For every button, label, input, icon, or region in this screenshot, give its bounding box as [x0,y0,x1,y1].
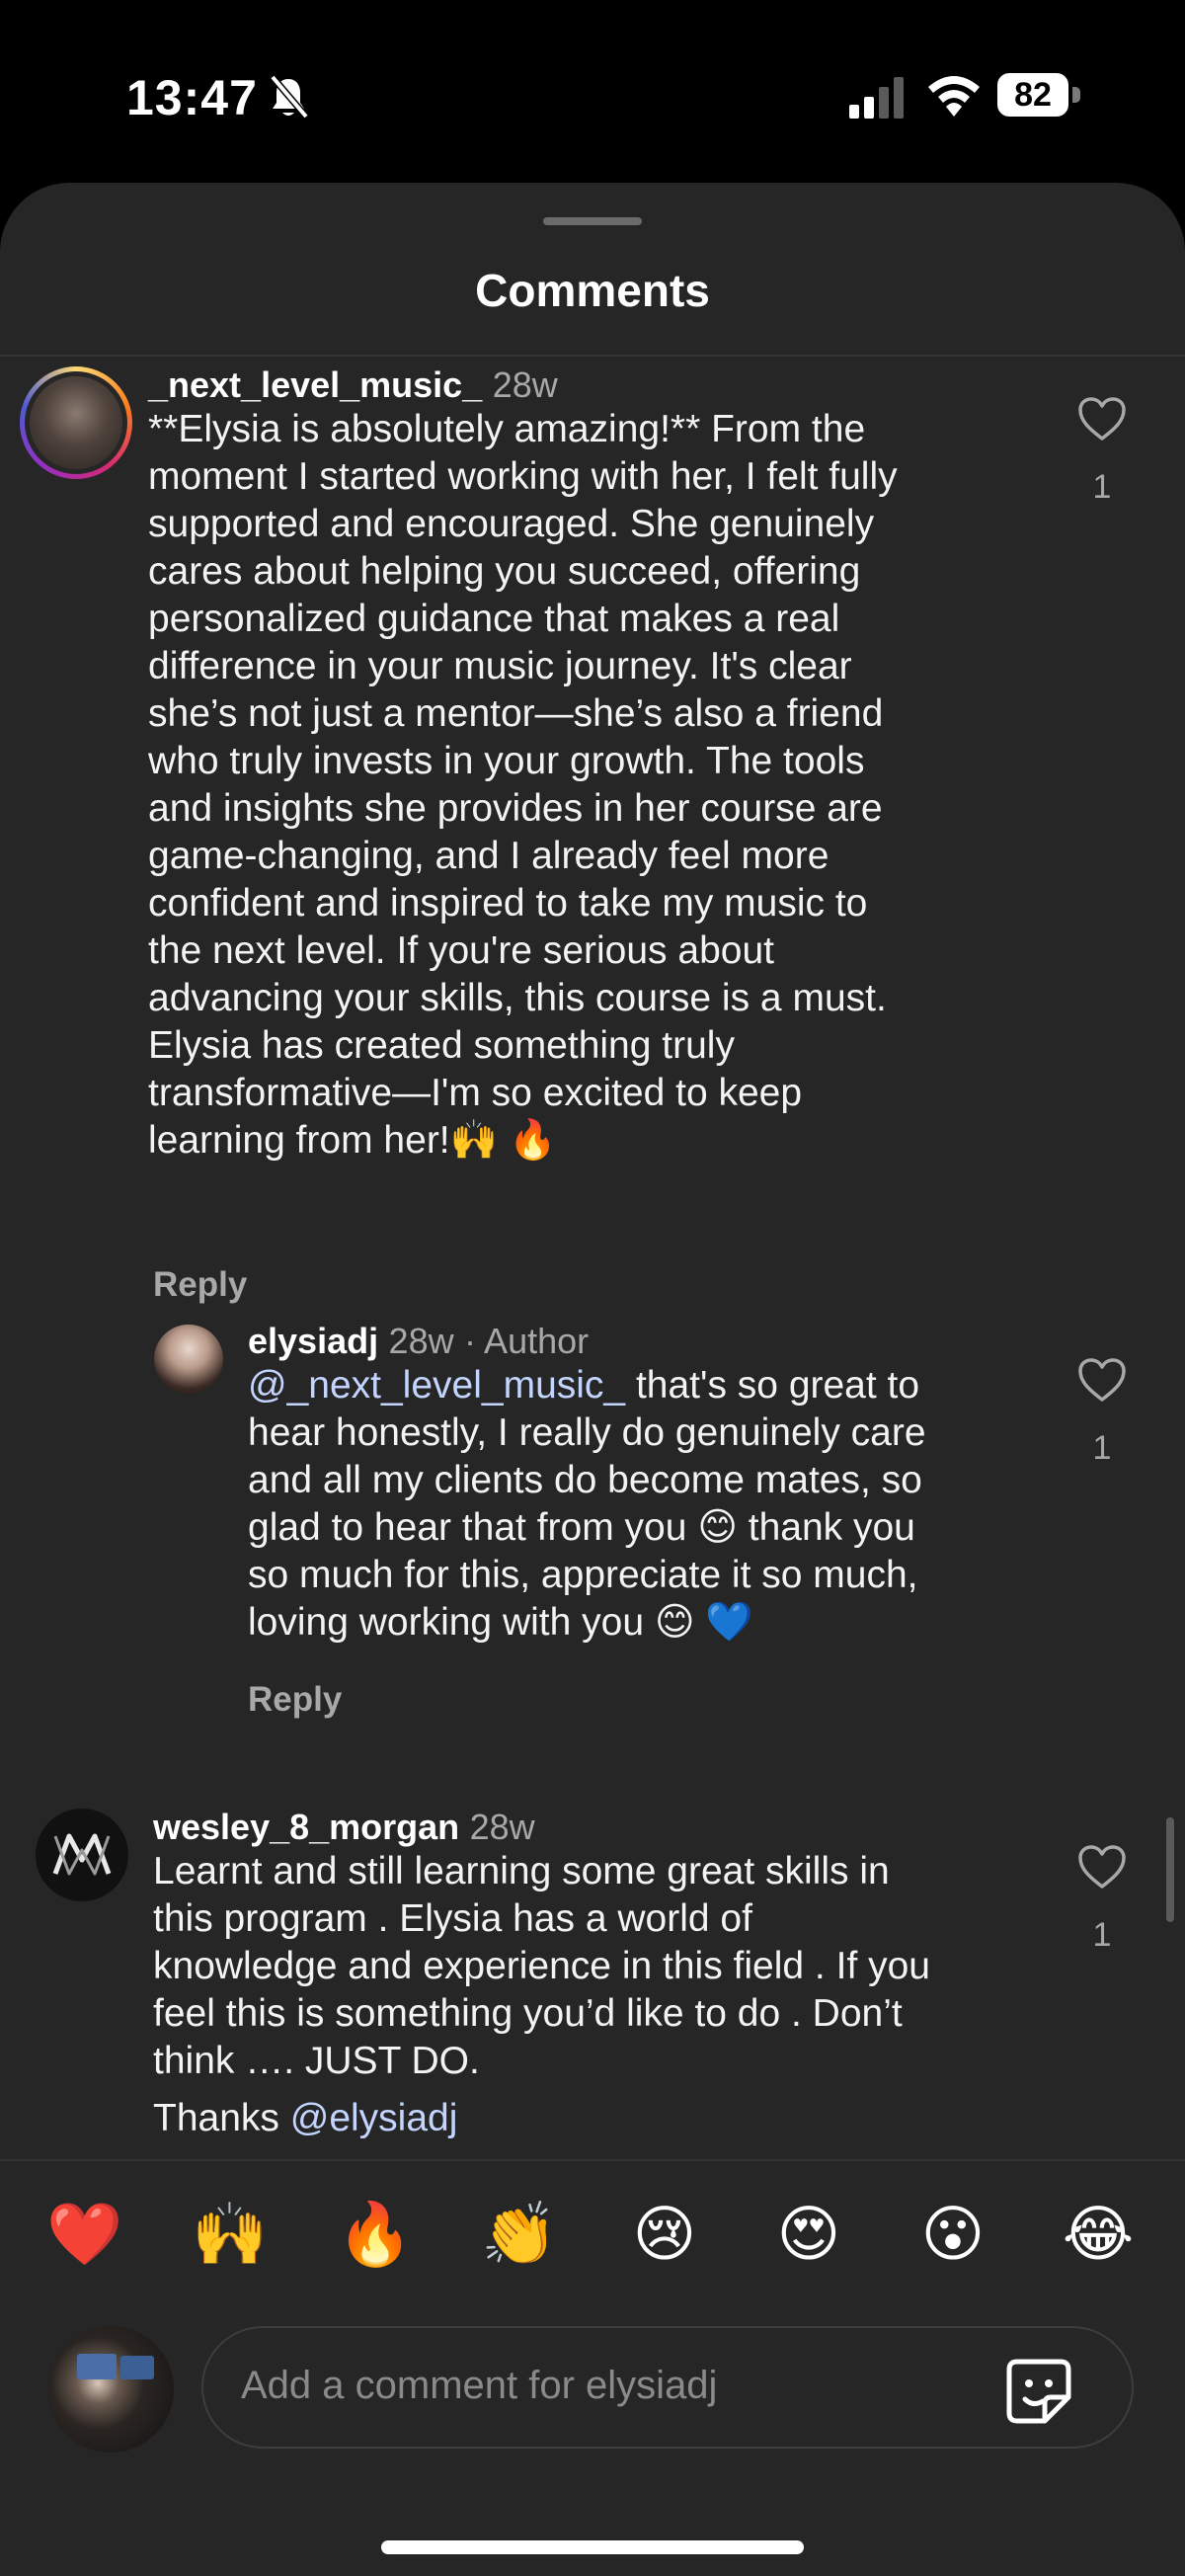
scrollbar[interactable] [1166,1817,1174,1922]
comment-input[interactable]: Add a comment for elysiadj [201,2326,1134,2449]
comment-line-rest: that's so great to [625,1364,920,1407]
avatar[interactable] [154,1325,223,1394]
battery-cap [1072,87,1080,103]
comment-input-placeholder: Add a comment for elysiadj [241,2364,718,2407]
like-control: 1 [1072,396,1132,507]
home-indicator[interactable] [381,2540,804,2554]
comment-line: glad to hear that from you 😊 thank you [248,1506,915,1549]
comment-timestamp: 28w [492,364,558,405]
comment-line: learning from her!🙌 🔥 [148,1119,557,1162]
comment-line: cares about helping you succeed, offerin… [148,550,861,593]
comment: _next_level_music_ 28w **Elysia is absol… [0,357,1185,1325]
comment-line: Elysia has created something truly [148,1024,735,1067]
comment-line: supported and encouraged. She genuinely [148,503,875,545]
status-time: 13:47 [126,70,258,125]
like-control: 1 [1072,1844,1132,1955]
comment-line: Learnt and still learning some great ski… [153,1850,890,1892]
comment-username[interactable]: wesley_8_morgan [153,1807,459,1847]
emoji-surprised-button[interactable]: 😮 [913,2196,992,2275]
comment-text: @_next_level_music_ that's so great to h… [248,1362,1038,1647]
mention-link[interactable]: @_next_level_music_ [248,1364,625,1407]
comment-timestamp: 28w [469,1807,535,1847]
comment-timestamp: 28w [388,1321,454,1361]
like-count: 1 [1092,1916,1112,1954]
heart-icon[interactable] [1077,1357,1127,1403]
emoji-laughing-button[interactable]: 😂 [1059,2196,1138,2275]
comment-line: Thanks @elysiadj [153,2095,1042,2142]
comment-line: so much for this, appreciate it so much, [248,1554,918,1596]
comment-line: transformative—I'm so excited to keep [148,1072,803,1114]
like-control: 1 [1072,1357,1132,1468]
comment-line: the next level. If you're serious about [148,929,774,972]
comment-text: Learnt and still learning some great ski… [153,1848,1042,2142]
sheet-title: Comments [475,265,710,316]
sheet-grabber[interactable] [543,217,642,225]
reply-button[interactable]: Reply [248,1680,342,1720]
comment-line: game-changing, and I already feel more [148,835,830,877]
avatar[interactable] [20,366,132,479]
emoji-heart-eyes-button[interactable]: 😍 [769,2196,848,2275]
comment-line: and insights she provides in her course … [148,787,883,830]
reply-button[interactable]: Reply [153,1265,247,1305]
comment-username[interactable]: elysiadj [248,1321,378,1361]
battery-indicator: 82 [997,73,1080,119]
comment-line: and all my clients do become mates, so [248,1459,922,1501]
comment-username[interactable]: _next_level_music_ [148,364,482,405]
comment-line: she’s not just a mentor—she’s also a fri… [148,692,884,735]
comment-line: think …. JUST DO. [153,2040,480,2082]
emoji-quick-bar: ❤️ 🙌 🔥 👏 😢 😍 😮 😂 [0,2159,1185,2319]
battery-level: 82 [997,73,1068,117]
like-count: 1 [1092,1429,1112,1467]
emoji-clap-button[interactable]: 👏 [480,2196,559,2275]
author-badge: · Author [464,1321,590,1361]
comment-line: loving working with you 😊 💙 [248,1601,753,1644]
emoji-raised-hands-button[interactable]: 🙌 [191,2196,270,2275]
comment-thanks: Thanks [153,2097,290,2139]
comment-line: confident and inspired to take my music … [148,882,868,925]
cellular-signal-icon [849,77,904,119]
wm-logo-icon [52,1833,112,1876]
heart-icon[interactable] [1077,1844,1127,1890]
sticker-icon[interactable] [1003,2356,1074,2427]
emoji-crying-button[interactable]: 😢 [625,2196,704,2275]
avatar[interactable] [36,1809,128,1901]
heart-icon[interactable] [1077,396,1127,442]
comment-line: **Elysia is absolutely amazing!** From t… [148,408,866,450]
current-user-avatar [47,2326,174,2453]
comment-line: this program . Elysia has a world of [153,1897,752,1940]
comment-line: @_next_level_music_ that's so great to [248,1362,1038,1409]
comment-reply: elysiadj 28w · Author @_next_level_music… [0,1315,1185,1789]
comment-line: difference in your music journey. It's c… [148,645,852,687]
comment-line: advancing your skills, this course is a … [148,977,887,1019]
comment-line: who truly invests in your growth. The to… [148,740,865,782]
comment-line: hear honestly, I really do genuinely car… [248,1411,926,1454]
comment-line: feel this is something you’d like to do … [153,1992,903,2035]
comments-feed[interactable]: _next_level_music_ 28w **Elysia is absol… [0,357,1185,2159]
comment-line: personalized guidance that makes a real [148,598,840,640]
wifi-icon [928,76,980,117]
status-bar: 13:47 82 [0,0,1185,188]
mention-link[interactable]: @elysiadj [290,2097,458,2139]
comment-line: knowledge and experience in this field .… [153,1945,930,1987]
comment: wesley_8_morgan 28w Learnt and still lea… [0,1799,1185,2159]
comment-line: moment I started working with her, I fel… [148,455,898,498]
silent-bell-icon [270,74,309,120]
like-count: 1 [1092,468,1112,506]
emoji-fire-button[interactable]: 🔥 [336,2196,415,2275]
emoji-heart-button[interactable]: ❤️ [45,2196,124,2275]
comment-text: **Elysia is absolutely amazing!** From t… [148,406,1017,1165]
